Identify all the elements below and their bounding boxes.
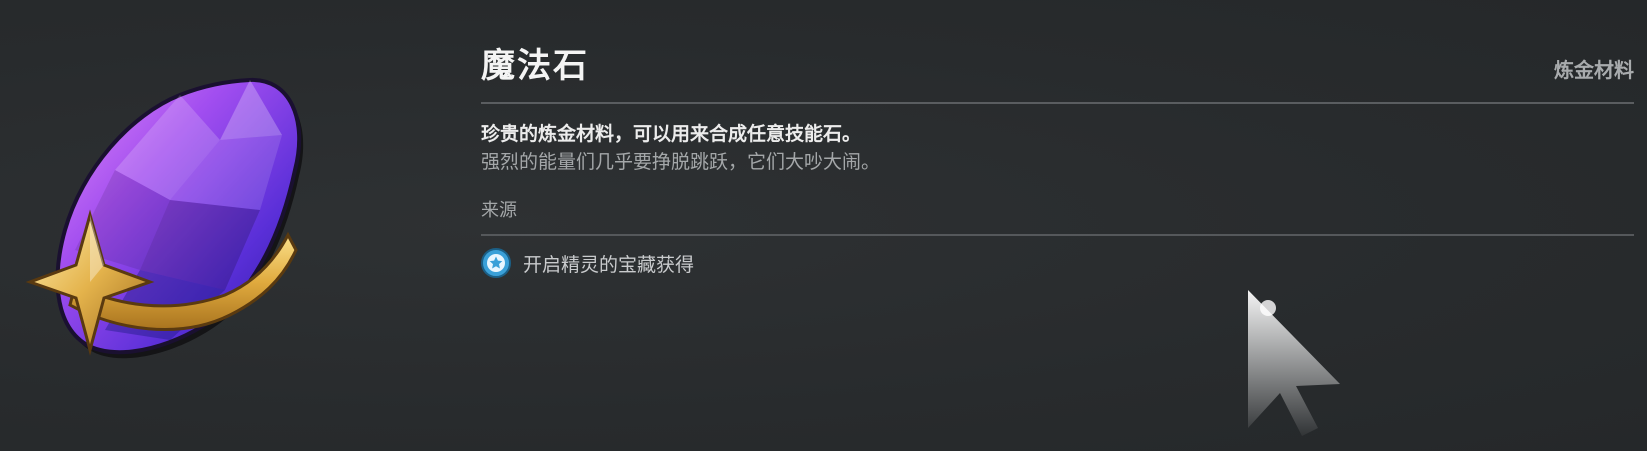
item-detail-panel: 魔法石 炼金材料 珍贵的炼金材料，可以用来合成任意技能石。 强烈的能量们几乎要挣… [0,0,1647,451]
item-name: 魔法石 [481,46,589,86]
mouse-cursor-icon [1248,290,1340,436]
item-description-flavor: 强烈的能量们几乎要挣脱跳跃，它们大吵大闹。 [481,151,881,173]
magic-stone-gem-icon [25,77,304,359]
source-label: 来源 [481,200,517,221]
item-details: 魔法石 炼金材料 珍贵的炼金材料，可以用来合成任意技能石。 强烈的能量们几乎要挣… [481,30,1634,278]
source-divider [481,234,1634,236]
star-badge-icon [481,248,511,278]
item-category: 炼金材料 [1554,58,1634,82]
title-row: 魔法石 炼金材料 [481,30,1634,102]
title-divider [481,102,1634,104]
source-entry[interactable]: 开启精灵的宝藏获得 [481,248,1634,278]
source-entry-text: 开启精灵的宝藏获得 [523,253,695,276]
item-description-primary: 珍贵的炼金材料，可以用来合成任意技能石。 [481,123,862,145]
